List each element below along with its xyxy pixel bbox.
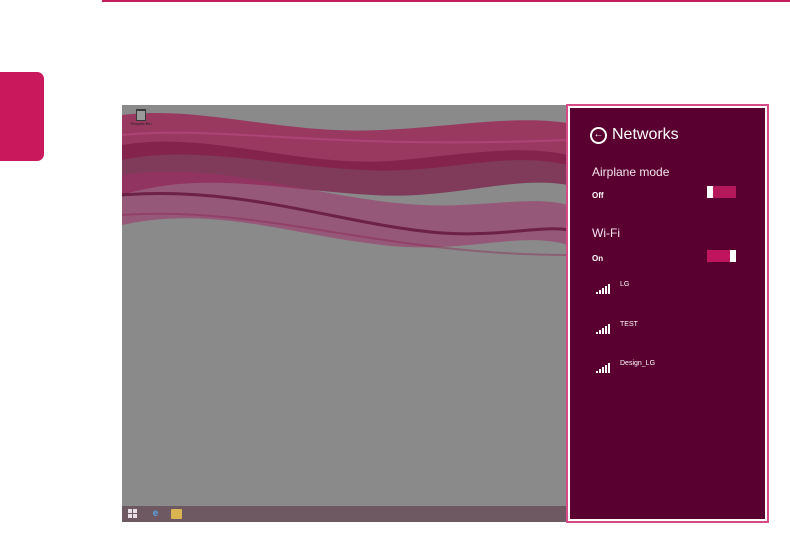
panel-header: ← Networks bbox=[590, 125, 679, 145]
top-rule bbox=[102, 0, 790, 2]
toggle-knob bbox=[730, 250, 736, 262]
network-ssid: TEST bbox=[620, 321, 638, 328]
wifi-signal-icon bbox=[596, 363, 610, 373]
wifi-signal-icon bbox=[596, 284, 610, 294]
toggle-knob bbox=[707, 186, 713, 198]
internet-explorer-icon[interactable]: e bbox=[150, 509, 161, 519]
airplane-mode-toggle[interactable] bbox=[707, 186, 736, 198]
network-ssid: LG bbox=[620, 281, 630, 288]
back-arrow-icon[interactable]: ← bbox=[590, 126, 607, 144]
windows-start-icon[interactable] bbox=[128, 509, 139, 519]
airplane-mode-state: Off bbox=[592, 191, 604, 200]
wifi-state: On bbox=[592, 254, 604, 263]
recycle-bin-label: Recycle Bin bbox=[130, 121, 152, 126]
side-tab bbox=[0, 72, 44, 161]
desktop: Recycle Bin e bbox=[122, 105, 568, 522]
wallpaper-waves bbox=[122, 112, 568, 256]
recycle-bin[interactable]: Recycle Bin bbox=[126, 109, 156, 127]
wifi-signal-icon bbox=[596, 324, 610, 334]
recycle-bin-icon bbox=[136, 109, 146, 121]
page: Recycle Bin e ← Networks Airplane mode O… bbox=[0, 0, 790, 544]
taskbar: e bbox=[122, 506, 568, 522]
wifi-toggle[interactable] bbox=[707, 250, 736, 262]
networks-charm-panel: ← Networks Airplane mode Off Wi-Fi On LG… bbox=[570, 108, 765, 519]
panel-title: Networks bbox=[612, 126, 679, 143]
file-explorer-icon[interactable] bbox=[171, 509, 182, 519]
wifi-label: Wi-Fi bbox=[592, 226, 620, 240]
network-ssid: Design_LG bbox=[620, 360, 656, 367]
airplane-mode-label: Airplane mode bbox=[592, 165, 670, 179]
